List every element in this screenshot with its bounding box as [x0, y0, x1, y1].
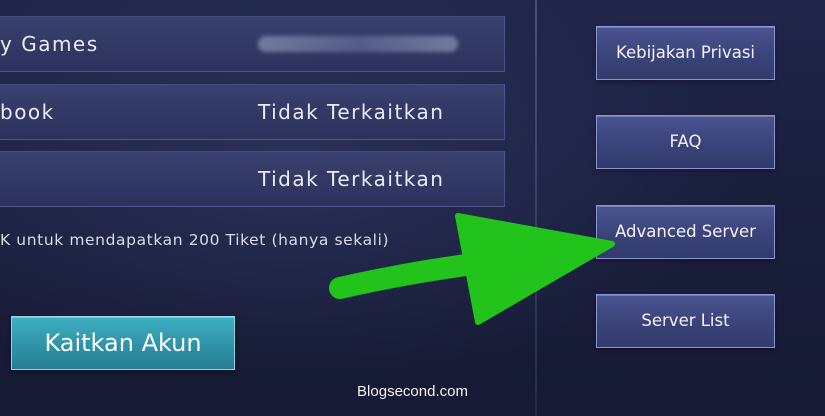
- server-list-button[interactable]: Server List: [596, 294, 775, 348]
- reward-info-text: K untuk mendapatkan 200 Tiket (hanya sek…: [0, 231, 390, 249]
- account-status-third: Tidak Terkaitkan: [258, 167, 445, 191]
- link-account-button[interactable]: Kaitkan Akun: [11, 316, 235, 370]
- account-label-facebook: book: [0, 100, 55, 124]
- account-label-games: y Games: [0, 32, 99, 56]
- watermark-text: Blogsecond.com: [357, 383, 468, 400]
- panel-divider: [535, 0, 537, 416]
- account-row-third[interactable]: Tidak Terkaitkan: [0, 151, 505, 207]
- account-row-games[interactable]: y Games: [0, 16, 505, 72]
- faq-button[interactable]: FAQ: [596, 115, 775, 169]
- account-row-facebook[interactable]: book Tidak Terkaitkan: [0, 84, 505, 140]
- account-status-facebook: Tidak Terkaitkan: [258, 100, 445, 124]
- account-value-blurred: [258, 36, 458, 52]
- account-panel: y Games book Tidak Terkaitkan Tidak Terk…: [0, 0, 540, 416]
- privacy-policy-button[interactable]: Kebijakan Privasi: [596, 26, 775, 80]
- advanced-server-button[interactable]: Advanced Server: [596, 205, 775, 259]
